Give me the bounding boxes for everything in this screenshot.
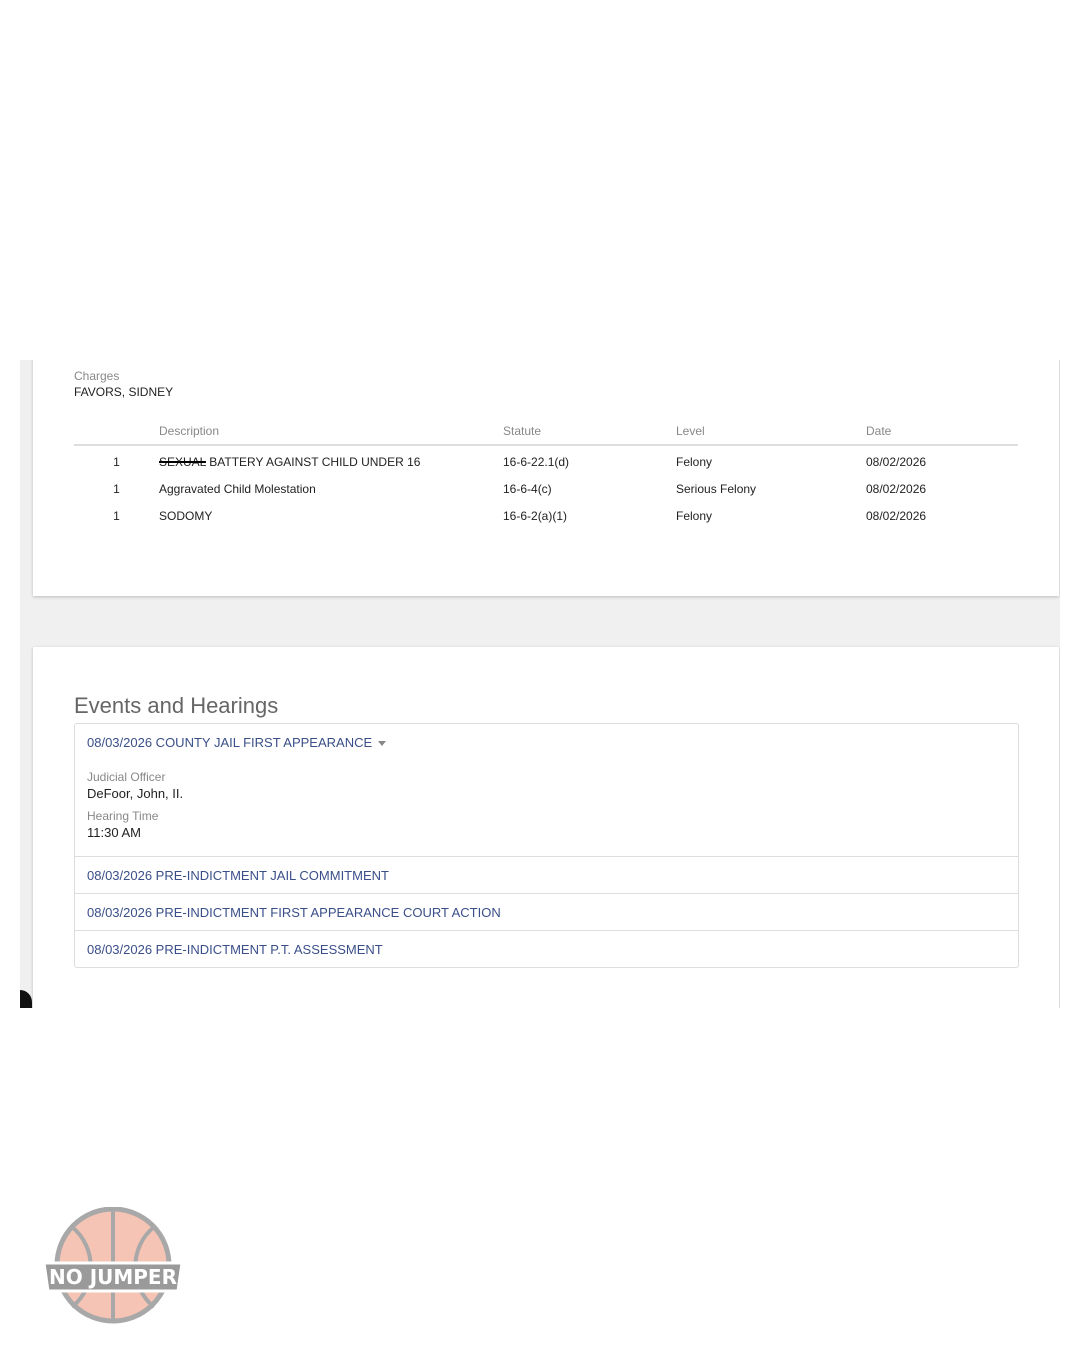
charges-card: Charges FAVORS, SIDNEY Description Statu… bbox=[33, 360, 1059, 596]
charge-description: Aggravated Child Molestation bbox=[159, 481, 316, 496]
events-section-title: Events and Hearings bbox=[74, 693, 279, 719]
screenshot-corner-shadow bbox=[20, 990, 32, 1008]
charge-count: 1 bbox=[113, 481, 120, 496]
events-card: Events and Hearings 08/03/2026 COUNTY JA… bbox=[33, 647, 1059, 1008]
charge-statute: 16-6-22.1(d) bbox=[503, 454, 570, 469]
charge-description: SODOMY bbox=[159, 508, 213, 523]
charge-level: Felony bbox=[676, 508, 713, 523]
court-record-screenshot: Charges FAVORS, SIDNEY Description Statu… bbox=[20, 360, 1060, 1008]
column-header-date: Date bbox=[866, 422, 1018, 446]
events-list: 08/03/2026 COUNTY JAIL FIRST APPEARANCE … bbox=[74, 723, 1019, 968]
column-header-description: Description bbox=[159, 422, 503, 446]
party-name: FAVORS, SIDNEY bbox=[74, 385, 174, 399]
table-row: 1 SODOMY 16-6-2(a)(1) Felony 08/02/2026 bbox=[74, 502, 1018, 529]
charge-level: Felony bbox=[676, 454, 713, 469]
charge-level: Serious Felony bbox=[676, 481, 757, 496]
column-header-count bbox=[74, 422, 159, 446]
event-item: 08/03/2026 PRE-INDICTMENT JAIL COMMITMEN… bbox=[75, 856, 1018, 893]
hearing-time-value: 11:30 AM bbox=[87, 825, 141, 840]
charge-date: 08/02/2026 bbox=[866, 481, 927, 496]
charge-date: 08/02/2026 bbox=[866, 454, 927, 469]
hearing-time-label: Hearing Time bbox=[87, 809, 159, 823]
event-link-pt-assessment[interactable]: 08/03/2026 PRE-INDICTMENT P.T. ASSESSMEN… bbox=[75, 931, 1018, 967]
judicial-officer-value: DeFoor, John, II. bbox=[87, 786, 184, 801]
charges-section-label: Charges bbox=[74, 369, 120, 383]
charge-count: 1 bbox=[113, 454, 120, 469]
event-link-jail-commitment[interactable]: 08/03/2026 PRE-INDICTMENT JAIL COMMITMEN… bbox=[75, 857, 1018, 893]
event-item: 08/03/2026 PRE-INDICTMENT P.T. ASSESSMEN… bbox=[75, 930, 1018, 967]
struck-word: SEXUAL bbox=[159, 454, 206, 469]
no-jumper-logo: NO JUMPER bbox=[42, 1207, 184, 1324]
charges-table: Description Statute Level Date 1 SEXUAL … bbox=[74, 422, 1018, 529]
charge-count: 1 bbox=[113, 508, 120, 523]
caret-down-icon bbox=[378, 741, 387, 747]
judicial-officer-label: Judicial Officer bbox=[87, 770, 166, 784]
event-label: 08/03/2026 COUNTY JAIL FIRST APPEARANCE bbox=[87, 735, 373, 750]
event-details: Judicial Officer DeFoor, John, II. Heari… bbox=[75, 760, 1018, 856]
event-link-first-appearance-court-action[interactable]: 08/03/2026 PRE-INDICTMENT FIRST APPEARAN… bbox=[75, 894, 1018, 930]
event-toggle-county-jail-first-appearance[interactable]: 08/03/2026 COUNTY JAIL FIRST APPEARANCE bbox=[75, 724, 1018, 760]
charge-statute: 16-6-4(c) bbox=[503, 481, 552, 496]
column-header-statute: Statute bbox=[503, 422, 676, 446]
logo-text: NO JUMPER bbox=[49, 1265, 177, 1289]
table-row: 1 SEXUAL BATTERY AGAINST CHILD UNDER 16 … bbox=[74, 445, 1018, 475]
charges-table-header: Description Statute Level Date bbox=[74, 422, 1018, 446]
charge-date: 08/02/2026 bbox=[866, 508, 927, 523]
charge-statute: 16-6-2(a)(1) bbox=[503, 508, 568, 523]
event-item-expanded: 08/03/2026 COUNTY JAIL FIRST APPEARANCE … bbox=[75, 724, 1018, 856]
column-header-level: Level bbox=[676, 422, 866, 446]
charge-description: SEXUAL BATTERY AGAINST CHILD UNDER 16 bbox=[159, 445, 503, 475]
charge-description-text: BATTERY AGAINST CHILD UNDER 16 bbox=[209, 454, 421, 469]
event-item: 08/03/2026 PRE-INDICTMENT FIRST APPEARAN… bbox=[75, 893, 1018, 930]
table-row: 1 Aggravated Child Molestation 16-6-4(c)… bbox=[74, 475, 1018, 502]
